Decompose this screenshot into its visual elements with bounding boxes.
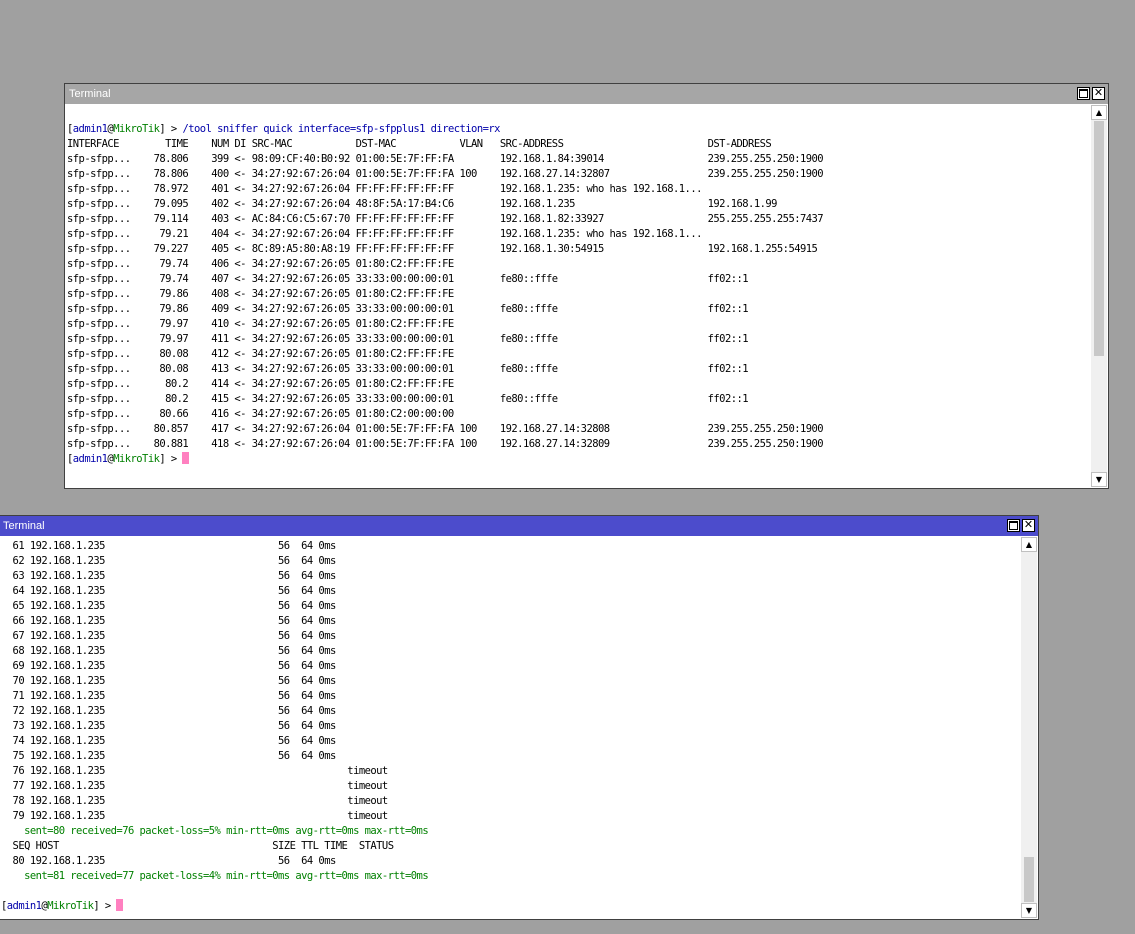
ping-stats: sent=80 received=76 packet-loss=5% min-r… (1, 825, 429, 837)
scroll-up-icon[interactable]: ▲ (1091, 105, 1107, 120)
table-row: sfp-sfpp... 78.806 400 <- 34:27:92:67:26… (67, 168, 824, 180)
sniffer-terminal-window: Terminal ✕ [admin1@MikroTik] > /tool sni… (64, 83, 1109, 489)
table-row: 61 192.168.1.235 56 64 0ms (12, 540, 337, 552)
table-row: sfp-sfpp... 79.227 405 <- 8C:89:A5:80:A8… (67, 243, 818, 255)
vertical-scrollbar[interactable]: ▲ ▼ (1091, 105, 1107, 487)
table-row: 62 192.168.1.235 56 64 0ms (12, 555, 337, 567)
table-row: sfp-sfpp... 79.74 407 <- 34:27:92:67:26:… (67, 273, 749, 285)
table-row: 73 192.168.1.235 56 64 0ms (12, 720, 337, 732)
table-row: 75 192.168.1.235 56 64 0ms (12, 750, 337, 762)
table-row: 68 192.168.1.235 56 64 0ms (12, 645, 337, 657)
column-header: INTERFACE TIME NUM DI SRC-MAC DST-MAC VL… (67, 138, 772, 150)
prompt-host: MikroTik (47, 900, 94, 912)
table-row: sfp-sfpp... 78.806 399 <- 98:09:CF:40:B0… (67, 153, 824, 165)
prompt-host: MikroTik (113, 123, 160, 135)
scrollbar-thumb[interactable] (1094, 121, 1104, 356)
ping-row: 80 192.168.1.235 56 64 0ms (1, 855, 337, 867)
table-row: sfp-sfpp... 79.97 411 <- 34:27:92:67:26:… (67, 333, 749, 345)
scroll-up-icon[interactable]: ▲ (1021, 537, 1037, 552)
scrollbar-thumb[interactable] (1024, 857, 1034, 902)
terminal-output[interactable]: 61 192.168.1.235 56 64 0ms 62 192.168.1.… (1, 537, 1020, 917)
table-row: 64 192.168.1.235 56 64 0ms (12, 585, 337, 597)
table-row: sfp-sfpp... 80.08 413 <- 34:27:92:67:26:… (67, 363, 749, 375)
table-row: 76 192.168.1.235 timeout (12, 765, 389, 777)
table-row: 66 192.168.1.235 56 64 0ms (12, 615, 337, 627)
window-titlebar[interactable]: Terminal ✕ (0, 516, 1038, 536)
table-row: 72 192.168.1.235 56 64 0ms (12, 705, 337, 717)
table-row: sfp-sfpp... 80.2 414 <- 34:27:92:67:26:0… (67, 378, 454, 390)
table-row: 79 192.168.1.235 timeout (1, 810, 389, 822)
table-row: 78 192.168.1.235 timeout (12, 795, 389, 807)
ping-terminal-window: Terminal ✕ 61 192.168.1.235 56 64 0ms 62… (0, 515, 1039, 920)
table-row: 69 192.168.1.235 56 64 0ms (12, 660, 337, 672)
table-row: 70 192.168.1.235 56 64 0ms (12, 675, 337, 687)
table-row: sfp-sfpp... 79.74 406 <- 34:27:92:67:26:… (67, 258, 454, 270)
table-row: sfp-sfpp... 79.86 409 <- 34:27:92:67:26:… (67, 303, 749, 315)
table-row: sfp-sfpp... 79.114 403 <- AC:84:C6:C5:67… (67, 213, 824, 225)
window-titlebar[interactable]: Terminal ✕ (65, 84, 1108, 104)
ping-rows: 61 192.168.1.235 56 64 0ms 62 192.168.1.… (1, 540, 389, 822)
table-row: sfp-sfpp... 79.095 402 <- 34:27:92:67:26… (67, 198, 777, 210)
prompt-user: admin1 (6, 900, 42, 912)
table-row: sfp-sfpp... 80.66 416 <- 34:27:92:67:26:… (67, 408, 454, 420)
table-row: sfp-sfpp... 80.2 415 <- 34:27:92:67:26:0… (67, 393, 749, 405)
table-row: sfp-sfpp... 80.08 412 <- 34:27:92:67:26:… (67, 348, 454, 360)
table-row: 77 192.168.1.235 timeout (12, 780, 389, 792)
close-icon[interactable]: ✕ (1022, 519, 1035, 532)
ping-stats: sent=81 received=77 packet-loss=4% min-r… (1, 870, 429, 882)
sniffer-rows: sfp-sfpp... 78.806 399 <- 98:09:CF:40:B0… (67, 153, 824, 450)
table-row: 65 192.168.1.235 56 64 0ms (12, 600, 337, 612)
table-row: 67 192.168.1.235 56 64 0ms (12, 630, 337, 642)
table-row: 63 192.168.1.235 56 64 0ms (12, 570, 337, 582)
table-row: 71 192.168.1.235 56 64 0ms (12, 690, 337, 702)
maximize-icon[interactable] (1077, 87, 1090, 100)
scroll-down-icon[interactable]: ▼ (1021, 903, 1037, 918)
table-row: sfp-sfpp... 78.972 401 <- 34:27:92:67:26… (67, 183, 702, 195)
table-row: sfp-sfpp... 79.86 408 <- 34:27:92:67:26:… (67, 288, 454, 300)
terminal-output[interactable]: [admin1@MikroTik] > /tool sniffer quick … (67, 105, 1090, 486)
prompt-host: MikroTik (113, 453, 160, 465)
window-title: Terminal (3, 520, 45, 532)
table-row: sfp-sfpp... 80.881 418 <- 34:27:92:67:26… (67, 438, 824, 450)
column-header: SEQ HOST SIZE TTL TIME STATUS (1, 840, 394, 852)
table-row: 74 192.168.1.235 56 64 0ms (12, 735, 337, 747)
scroll-down-icon[interactable]: ▼ (1091, 472, 1107, 487)
table-row: sfp-sfpp... 80.857 417 <- 34:27:92:67:26… (67, 423, 824, 435)
table-row: sfp-sfpp... 79.21 404 <- 34:27:92:67:26:… (67, 228, 702, 240)
prompt-user: admin1 (72, 453, 108, 465)
vertical-scrollbar[interactable]: ▲ ▼ (1021, 537, 1037, 918)
prompt-user: admin1 (72, 123, 108, 135)
window-title: Terminal (69, 88, 111, 100)
text-cursor (116, 899, 124, 911)
close-icon[interactable]: ✕ (1092, 87, 1105, 100)
table-row: sfp-sfpp... 79.97 410 <- 34:27:92:67:26:… (67, 318, 454, 330)
command-line: /tool sniffer quick interface=sfp-sfpplu… (182, 123, 500, 135)
maximize-icon[interactable] (1007, 519, 1020, 532)
text-cursor (182, 452, 190, 464)
